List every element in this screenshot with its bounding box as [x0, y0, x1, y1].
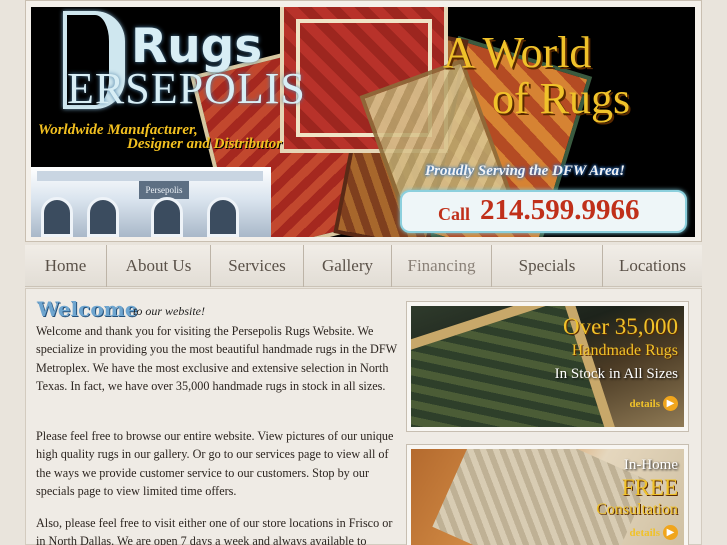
phone-number[interactable]: 214.599.9966 [480, 194, 640, 227]
nav-locations[interactable]: Locations [603, 245, 702, 287]
arrow-right-icon: ▶ [663, 396, 678, 411]
tagline-line2: Designer and Distributor [127, 136, 283, 152]
welcome-paragraph: Welcome and thank you for visiting the P… [36, 324, 397, 394]
nav-services[interactable]: Services [211, 245, 304, 287]
headline-line2: of Rugs [492, 74, 631, 123]
welcome-subtitle: to our website! [133, 304, 205, 318]
promo-rug-image: Over 35,000 Handmade Rugs In Stock in Al… [411, 306, 684, 427]
details-label: details [629, 397, 660, 410]
details-link[interactable]: details ▶ [629, 396, 678, 411]
promo-over-35000[interactable]: Over 35,000 Handmade Rugs In Stock in Al… [406, 301, 689, 432]
promo-line2: Handmade Rugs [571, 342, 678, 359]
main-nav: Home About Us Services Gallery Financing… [25, 245, 702, 287]
storefront-arch [87, 197, 119, 237]
nav-gallery[interactable]: Gallery [304, 245, 392, 287]
promo-line2: FREE [621, 475, 678, 500]
call-box[interactable]: Call 214.599.9966 [400, 190, 687, 233]
storefront-arch [207, 197, 239, 237]
storefront-arch [41, 197, 73, 237]
details-label: details [629, 526, 660, 539]
nav-financing[interactable]: Financing [392, 245, 492, 287]
arrow-right-icon: ▶ [663, 525, 678, 540]
headline-line1: A World [443, 28, 592, 77]
nav-home[interactable]: Home [25, 245, 107, 287]
call-label: Call [438, 204, 471, 224]
header-banner: Rugs ERSEPOLIS Worldwide Manufacturer, D… [31, 7, 695, 237]
browse-paragraph: Please feel free to browse our entire we… [36, 429, 394, 499]
locations-paragraph: Also, please feel free to visit either o… [36, 516, 393, 545]
promo-line1: In-Home [623, 457, 678, 473]
welcome-title: Welcome [37, 297, 138, 321]
serving-text: Proudly Serving the DFW Area! [425, 163, 626, 179]
storefront-arch [151, 197, 183, 237]
storefront-roof [37, 171, 263, 181]
details-link[interactable]: details ▶ [629, 525, 678, 540]
promo-line3: Consultation [596, 501, 678, 518]
promo-line3: In Stock in All Sizes [554, 366, 678, 382]
promo-rug-image: In-Home FREE Consultation details ▶ [411, 449, 684, 545]
nav-about-us[interactable]: About Us [107, 245, 211, 287]
logo-name-text: ERSEPOLIS [67, 64, 306, 113]
storefront-image: Persepolis Rugs [31, 167, 271, 237]
promo-line1: Over 35,000 [563, 314, 678, 339]
nav-specials[interactable]: Specials [492, 245, 603, 287]
promo-free-consultation[interactable]: In-Home FREE Consultation details ▶ [406, 444, 689, 545]
main-content: Welcome to our website! Welcome and than… [25, 288, 702, 545]
